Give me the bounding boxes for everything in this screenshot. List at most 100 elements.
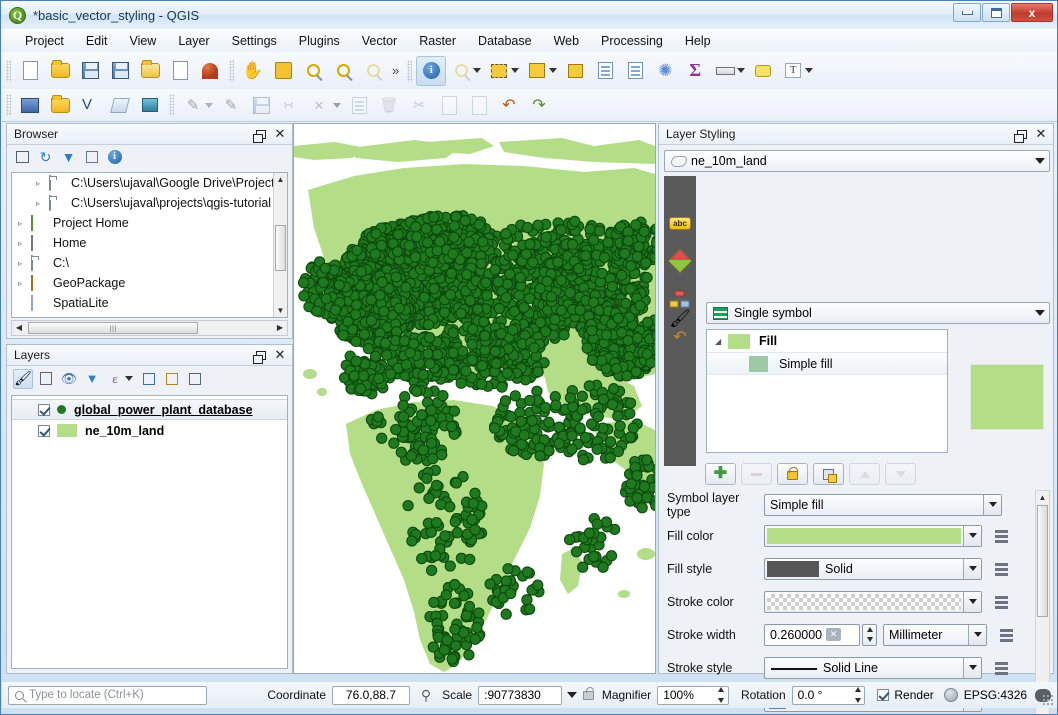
redo-icon[interactable]: ↷: [524, 92, 554, 119]
coordinate-value[interactable]: 76.0,88.7: [332, 686, 410, 705]
resize-grip[interactable]: [1042, 694, 1054, 706]
render-checkbox[interactable]: [877, 689, 889, 701]
collapse-arrow-icon[interactable]: ◢: [715, 337, 728, 346]
labels-tab-icon[interactable]: abc: [664, 204, 696, 242]
menu-database[interactable]: Database: [467, 31, 543, 51]
3d-view-tab-icon[interactable]: [664, 242, 696, 280]
pan-to-selection-icon[interactable]: [268, 56, 298, 86]
add-postgis-layer-icon[interactable]: [135, 92, 165, 119]
browser-item-project-home[interactable]: ▹ Project Home: [12, 213, 287, 233]
browser-item-spatialite[interactable]: SpatiaLite: [12, 293, 287, 313]
minimize-button[interactable]: [953, 3, 981, 22]
browser-item-qgis-tutorial[interactable]: ▹ C:\Users\ujaval\projects\qgis-tutorial: [12, 193, 287, 213]
symbol-tree-row-simple-fill[interactable]: Simple fill: [707, 352, 947, 375]
fill-color-data-defined-button[interactable]: [991, 525, 1013, 547]
menu-processing[interactable]: Processing: [590, 31, 674, 51]
duplicate-symbol-layer-button[interactable]: [813, 463, 844, 485]
scroll-up-arrow-icon[interactable]: ▲: [1036, 491, 1049, 504]
map-canvas[interactable]: [293, 123, 656, 674]
chevron-down-icon[interactable]: [1035, 158, 1045, 164]
menu-layer[interactable]: Layer: [167, 31, 220, 51]
expand-arrow-icon[interactable]: ▹: [18, 259, 31, 268]
symbol-tree-row-fill[interactable]: ◢ Fill: [707, 330, 947, 352]
stroke-width-stepper[interactable]: [862, 624, 877, 646]
enable-properties-widget-icon[interactable]: i: [105, 148, 124, 167]
layers-float-button[interactable]: [253, 347, 269, 363]
statistical-summary-icon[interactable]: Σ: [680, 56, 710, 86]
layer-row-ne-10m-land[interactable]: ne_10m_land: [12, 420, 287, 441]
toolbar-grip-3[interactable]: [407, 60, 412, 82]
scroll-right-arrow-icon[interactable]: ▶: [273, 321, 287, 335]
styling-float-button[interactable]: [1014, 126, 1030, 142]
clear-icon[interactable]: ✕: [826, 628, 841, 641]
browser-item-c-drive[interactable]: ▹ C:\: [12, 253, 287, 273]
open-field-calculator-icon[interactable]: [620, 56, 650, 86]
toolbar2-grip-2[interactable]: [169, 94, 174, 116]
filter-legend-by-expression-icon[interactable]: ε: [105, 369, 125, 389]
expression-dropdown-caret[interactable]: [125, 376, 133, 381]
processing-toolbox-icon[interactable]: ✺: [650, 56, 680, 86]
menu-edit[interactable]: Edit: [75, 31, 119, 51]
scrollbar-thumb[interactable]: [275, 225, 286, 271]
chevron-down-icon[interactable]: [983, 495, 1001, 515]
open-attribute-table-icon[interactable]: [590, 56, 620, 86]
toolbar-grip-2[interactable]: [229, 60, 234, 82]
browser-item-google-drive[interactable]: ▹ C:\Users\ujaval\Google Drive\Projects: [12, 173, 287, 193]
style-manager-icon[interactable]: [165, 56, 195, 86]
chevron-down-icon[interactable]: [1035, 310, 1045, 316]
pan-map-icon[interactable]: ✋: [238, 56, 268, 86]
stroke-style-data-defined-button[interactable]: [991, 657, 1013, 679]
open-layer-styling-panel-icon[interactable]: 🖌: [13, 369, 33, 389]
stroke-width-data-defined-button[interactable]: [996, 624, 1018, 646]
crs-label[interactable]: EPSG:4326: [964, 688, 1027, 702]
new-text-annotation-icon[interactable]: T: [778, 56, 808, 86]
scroll-left-arrow-icon[interactable]: ◀: [12, 321, 26, 335]
browser-vertical-scrollbar[interactable]: ▲ ▼: [273, 173, 287, 317]
modify-attributes-icon[interactable]: [344, 92, 374, 119]
chevron-down-icon[interactable]: [968, 625, 986, 645]
stroke-width-input[interactable]: 0.260000 ✕: [764, 624, 860, 646]
expand-all-icon[interactable]: [139, 369, 159, 389]
chevron-down-icon[interactable]: [963, 526, 981, 546]
scale-value[interactable]: :90773830: [478, 686, 562, 705]
browser-item-geopackage[interactable]: ▹ GeoPackage: [12, 273, 287, 293]
new-project-icon[interactable]: [15, 56, 45, 86]
add-vector-layer-icon[interactable]: [15, 92, 45, 119]
move-down-button[interactable]: [885, 463, 916, 485]
toggle-editing-icon[interactable]: ✎: [216, 92, 246, 119]
paste-features-icon[interactable]: [464, 92, 494, 119]
scroll-up-arrow-icon[interactable]: ▲: [274, 173, 287, 186]
browser-horizontal-scrollbar[interactable]: ◀ III ▶: [11, 320, 288, 336]
deselect-icon[interactable]: [560, 56, 590, 86]
collapse-all-icon[interactable]: [82, 148, 101, 167]
add-delimited-text-icon[interactable]: V: [75, 92, 105, 119]
current-edits-caret[interactable]: [205, 103, 213, 108]
expand-arrow-icon[interactable]: ▹: [36, 179, 49, 188]
locate-input[interactable]: Type to locate (Ctrl+K): [8, 686, 207, 705]
browser-tree[interactable]: ▹ C:\Users\ujaval\Google Drive\Projects …: [11, 172, 288, 318]
close-button[interactable]: x: [1011, 3, 1053, 22]
stroke-color-data-defined-button[interactable]: [991, 591, 1013, 613]
menu-settings[interactable]: Settings: [221, 31, 288, 51]
manage-map-themes-icon[interactable]: 👁: [59, 369, 79, 389]
browser-float-button[interactable]: [253, 126, 269, 142]
collapse-all-icon[interactable]: [162, 369, 182, 389]
open-project-icon[interactable]: [45, 56, 75, 86]
vertex-tool-caret[interactable]: [333, 103, 341, 108]
lock-scale-icon[interactable]: [583, 691, 594, 700]
add-spatialite-layer-icon[interactable]: [105, 92, 135, 119]
scale-chevron-down-icon[interactable]: [567, 692, 577, 698]
measure-line-icon[interactable]: [710, 56, 740, 86]
menu-project[interactable]: Project: [14, 31, 75, 51]
layers-close-button[interactable]: ✕: [272, 347, 288, 363]
add-symbol-layer-button[interactable]: ✚: [705, 463, 736, 485]
menu-view[interactable]: View: [118, 31, 167, 51]
menu-raster[interactable]: Raster: [408, 31, 467, 51]
more-tools-chevron[interactable]: »: [392, 63, 399, 78]
menu-vector[interactable]: Vector: [351, 31, 408, 51]
menu-plugins[interactable]: Plugins: [288, 31, 351, 51]
symbol-layer-type[interactable]: Simple fill: [764, 494, 1002, 516]
renderer-type-combo[interactable]: Single symbol: [706, 302, 1050, 324]
expand-arrow-icon[interactable]: ▹: [18, 219, 31, 228]
current-edits-icon[interactable]: ✎: [178, 92, 208, 119]
